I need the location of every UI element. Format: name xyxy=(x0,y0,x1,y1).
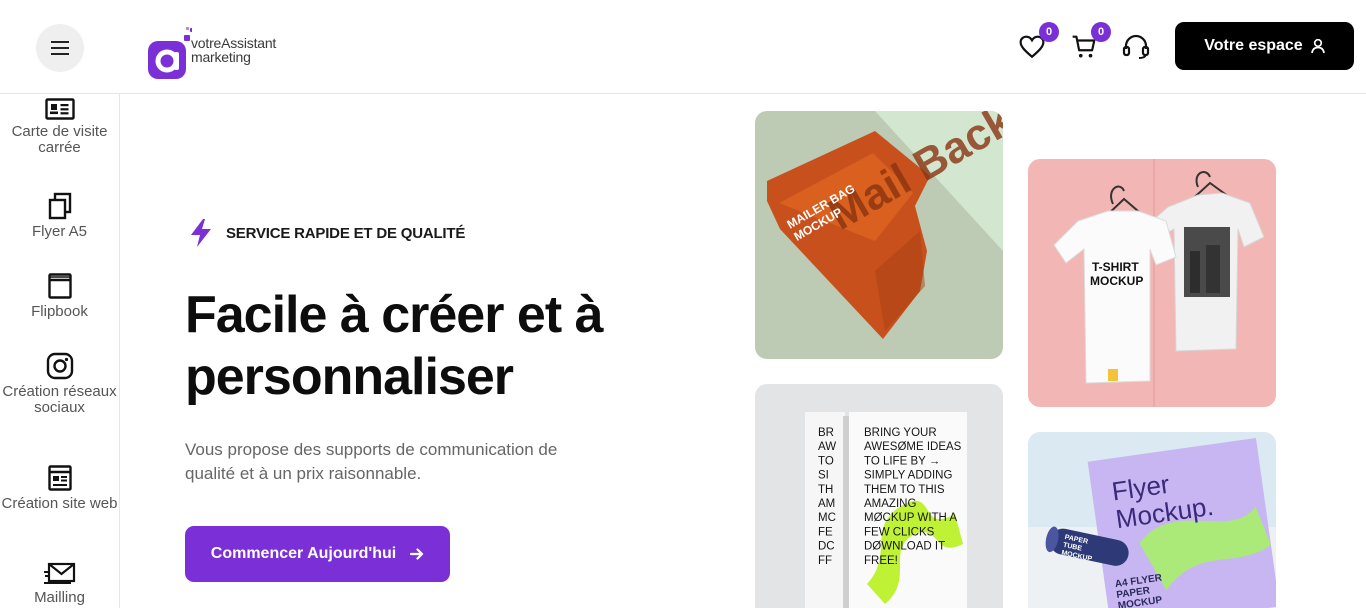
sidebar-item-label: Mailling xyxy=(34,589,85,606)
book-cover-line: THEM TO THIS xyxy=(864,484,945,496)
cart-count-badge: 0 xyxy=(1091,22,1111,42)
commencer-button[interactable]: Commencer Aujourd'hui xyxy=(185,526,450,582)
book-cover-line: DØWNLOAD IT xyxy=(864,541,945,553)
instagram-icon xyxy=(46,352,73,380)
sidebar-item-label: Carte de visite carrée xyxy=(11,123,108,156)
copy-icon xyxy=(48,192,71,220)
logo-text: votreAssistant marketing xyxy=(191,36,276,64)
book-spine-line: TO xyxy=(818,455,834,467)
headset-icon xyxy=(1122,34,1150,59)
logo-line-2: marketing xyxy=(191,49,251,65)
sidebar-item-site-web[interactable]: Création site web xyxy=(0,464,119,512)
sidebar-item-label: Création réseaux sociaux xyxy=(2,383,117,416)
book-cover-line: FEW CLICKS xyxy=(864,526,935,538)
hero-title: Facile à créer et à personnaliser xyxy=(185,286,604,406)
sidebar-item-mailling[interactable]: Mailling xyxy=(0,560,119,606)
book-spine-line: SI xyxy=(818,470,829,482)
book-spine-line: FF xyxy=(818,555,832,567)
sidebar-item-label: Flyer A5 xyxy=(31,223,88,240)
tshirt-line-2: MOCKUP xyxy=(1090,274,1143,288)
sidebar-item-carte-visite[interactable]: Carte de visite carrée xyxy=(0,98,119,156)
book-cover-line: SIMPLY ADDING xyxy=(864,470,952,482)
votre-espace-label: Votre espace xyxy=(1204,37,1303,54)
support-button[interactable] xyxy=(1121,32,1151,62)
book-icon xyxy=(47,273,72,299)
book-spine-line: DC xyxy=(818,541,835,553)
cart-button[interactable]: 0 xyxy=(1069,22,1111,62)
book-cover-line: AWESØME IDEAS xyxy=(864,441,962,453)
book-cover-line: MØCKUP WITH A xyxy=(864,512,957,524)
lightning-icon xyxy=(191,219,211,247)
hero-subtitle: Vous propose des supports de communicati… xyxy=(185,440,558,483)
mailer-bag-mockup-image[interactable]: Mail Back MAILER BAG MOCKUP xyxy=(755,111,1003,359)
book-spine-line: AW xyxy=(818,441,836,453)
sidebar-item-label: Création site web xyxy=(1,495,118,512)
votre-espace-button[interactable]: Votre espace xyxy=(1175,22,1354,70)
sidebar-item-flipbook[interactable]: Flipbook xyxy=(0,272,119,320)
logo-line-1: votreAssistant xyxy=(191,35,277,51)
book-mockup-image[interactable]: BR AW TO SI TH AM MC FE DC FF BRING YOUR AWESØME I… xyxy=(755,384,1003,608)
menu-button[interactable] xyxy=(36,24,84,72)
mail-icon xyxy=(43,562,75,584)
service-label: SERVICE RAPIDE ET DE QUALITÉ xyxy=(226,224,466,242)
tshirt-line-1: T-SHIRT xyxy=(1092,260,1139,274)
book-cover-line: BRING YOUR xyxy=(864,427,937,439)
newspaper-icon xyxy=(47,465,72,491)
logo-mark xyxy=(146,27,194,79)
sidebar-item-label: Flipbook xyxy=(31,303,88,320)
top-header: votreAssistant marketing 0 0 Votre espac… xyxy=(0,0,1366,94)
book-spine-line: BR xyxy=(818,427,834,439)
favorites-button[interactable]: 0 xyxy=(1017,22,1059,62)
category-sidebar: Carte de visite carrée Flyer A5 Flipbook xyxy=(0,94,120,608)
book-spine-line: FE xyxy=(818,526,833,538)
user-icon xyxy=(1310,38,1325,54)
sidebar-item-reseaux-sociaux[interactable]: Création réseaux sociaux xyxy=(0,352,119,416)
brand-logo[interactable]: votreAssistant marketing xyxy=(146,20,276,79)
flyer-mockup-image[interactable]: Flyer Mockup. A4 FLYER PAPER MOCKUP PAPE… xyxy=(1028,432,1276,608)
book-cover-line: TO LIFE BY → xyxy=(864,455,940,467)
commencer-label: Commencer Aujourd'hui xyxy=(210,545,397,562)
favorites-count-badge: 0 xyxy=(1039,22,1059,42)
book-cover-line: AMAZING xyxy=(864,498,916,510)
id-card-icon xyxy=(44,98,75,120)
service-tagline: SERVICE RAPIDE ET DE QUALITÉ xyxy=(188,218,465,248)
book-spine-line: MC xyxy=(818,512,836,524)
tshirt-mockup-image[interactable]: T-SHIRT MOCKUP xyxy=(1028,159,1276,407)
book-spine-line: AM xyxy=(818,498,835,510)
book-cover-line: FREE! xyxy=(864,555,898,567)
hamburger-icon xyxy=(51,41,69,55)
sidebar-item-flyer-a5[interactable]: Flyer A5 xyxy=(0,192,119,240)
arrow-right-icon xyxy=(410,548,424,560)
book-spine-line: TH xyxy=(818,484,833,496)
